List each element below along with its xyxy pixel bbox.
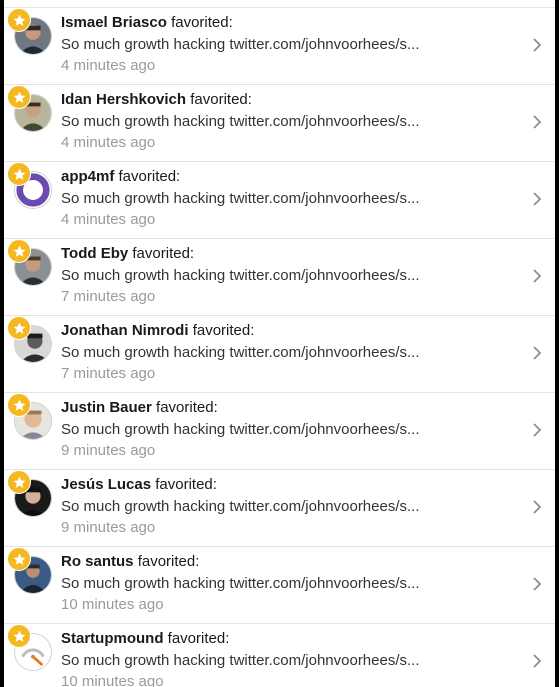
action-text: favorited: [156,399,218,416]
timestamp: 7 minutes ago [61,365,156,382]
chevron-right-icon[interactable] [532,576,542,592]
user-name[interactable]: Ro santus [61,553,134,570]
star-badge [7,470,31,494]
user-name[interactable]: Justin Bauer [61,399,152,416]
notification-header: Idan Hershkovich favorited: [61,90,252,110]
notification-header: Justin Bauer favorited: [61,398,218,418]
action-text: favorited: [167,630,230,647]
action-text: favorited: [171,14,233,31]
chevron-right-icon[interactable] [532,653,542,669]
star-icon [13,245,25,257]
chevron-right-icon[interactable] [532,114,542,130]
star-icon [13,14,25,26]
star-badge [7,316,31,340]
star-badge [7,547,31,571]
user-name[interactable]: Ismael Briasco [61,14,167,31]
star-badge [7,8,31,32]
user-name[interactable]: Jonathan Nimrodi [61,322,189,339]
chevron-right-icon[interactable] [532,499,542,515]
timestamp: 4 minutes ago [61,57,156,74]
chevron-right-icon[interactable] [532,191,542,207]
notification-header: app4mf favorited: [61,167,180,187]
user-name[interactable]: Idan Hershkovich [61,91,186,108]
notification-header: Todd Eby favorited: [61,244,194,264]
tweet-text: So much growth hacking twitter.com/johnv… [61,344,420,361]
tweet-text: So much growth hacking twitter.com/johnv… [61,267,420,284]
action-text: favorited: [137,553,200,570]
tweet-text: So much growth hacking twitter.com/johnv… [61,498,420,515]
tweet-text: So much growth hacking twitter.com/johnv… [61,421,420,438]
notifications-window: Ismael Briasco favorited: So much growth… [4,0,555,687]
tweet-text: So much growth hacking twitter.com/johnv… [61,575,420,592]
chevron-right-icon[interactable] [532,268,542,284]
action-text: favorited: [132,245,195,262]
star-badge [7,239,31,263]
timestamp: 4 minutes ago [61,211,156,228]
chevron-right-icon[interactable] [532,422,542,438]
notification-row[interactable]: app4mf favorited: So much growth hacking… [4,162,555,239]
timestamp: 9 minutes ago [61,442,156,459]
tweet-text: So much growth hacking twitter.com/johnv… [61,36,420,53]
star-badge [7,624,31,648]
star-icon [13,399,25,411]
star-badge [7,393,31,417]
tweet-text: So much growth hacking twitter.com/johnv… [61,190,420,207]
notification-row[interactable]: Justin Bauer favorited: So much growth h… [4,393,555,470]
action-text: favorited: [190,91,252,108]
notification-row[interactable]: Ismael Briasco favorited: So much growth… [4,8,555,85]
star-icon [13,322,25,334]
notification-header: Jonathan Nimrodi favorited: [61,321,254,341]
timestamp: 10 minutes ago [61,596,164,613]
star-icon [13,476,25,488]
notification-row[interactable]: Jesús Lucas favorited: So much growth ha… [4,470,555,547]
user-name[interactable]: Jesús Lucas [61,476,151,493]
notification-row[interactable]: Ro santus favorited: So much growth hack… [4,547,555,624]
notification-row[interactable]: Jonathan Nimrodi favorited: So much grow… [4,316,555,393]
timestamp: 10 minutes ago [61,673,164,687]
notification-row[interactable]: Startupmound favorited: So much growth h… [4,624,555,687]
chevron-right-icon[interactable] [532,37,542,53]
action-text: favorited: [155,476,217,493]
star-icon [13,168,25,180]
notification-header: Ismael Briasco favorited: [61,13,233,33]
star-icon [13,630,25,642]
user-name[interactable]: Todd Eby [61,245,128,262]
notification-header: Jesús Lucas favorited: [61,475,217,495]
star-icon [13,553,25,565]
notification-header: Ro santus favorited: [61,552,199,572]
star-badge [7,85,31,109]
action-text: favorited: [118,168,181,185]
star-icon [13,91,25,103]
tweet-text: So much growth hacking twitter.com/johnv… [61,652,420,669]
chevron-right-icon[interactable] [532,345,542,361]
notification-row[interactable]: Todd Eby favorited: So much growth hacki… [4,239,555,316]
star-badge [7,162,31,186]
timestamp: 7 minutes ago [61,288,156,305]
tweet-text: So much growth hacking twitter.com/johnv… [61,113,420,130]
notification-row[interactable]: Idan Hershkovich favorited: So much grow… [4,85,555,162]
timestamp: 4 minutes ago [61,134,156,151]
notification-header: Startupmound favorited: [61,629,229,649]
action-text: favorited: [192,322,255,339]
user-name[interactable]: Startupmound [61,630,164,647]
timestamp: 9 minutes ago [61,519,156,536]
notification-list: Ismael Briasco favorited: So much growth… [4,8,555,687]
user-name[interactable]: app4mf [61,168,114,185]
